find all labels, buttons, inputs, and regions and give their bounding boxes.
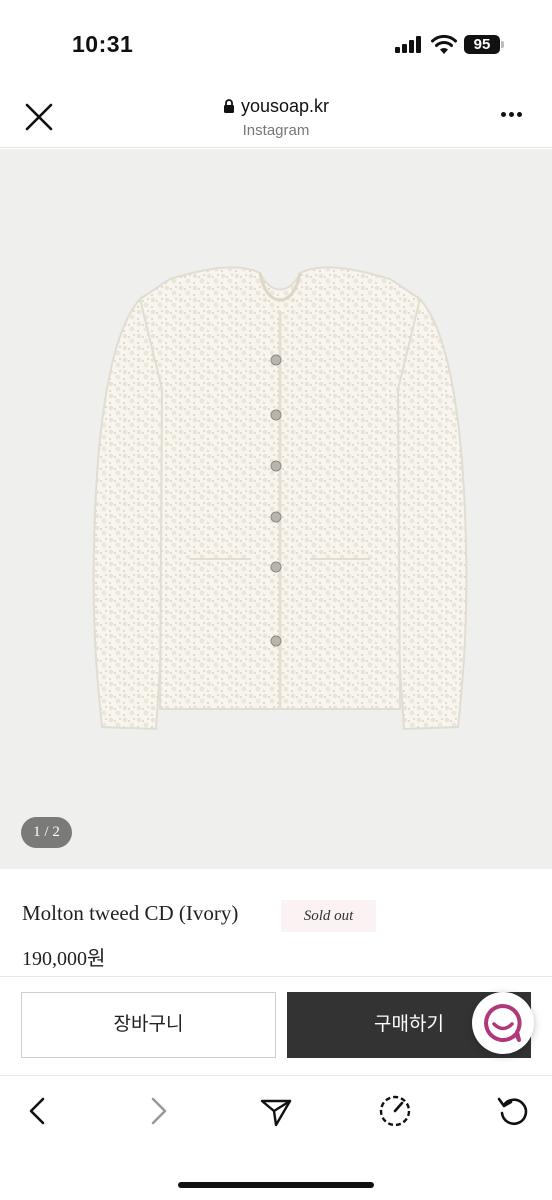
history-icon[interactable]	[377, 1093, 413, 1129]
wifi-icon	[431, 34, 457, 54]
reload-icon[interactable]	[495, 1093, 531, 1129]
share-icon[interactable]	[258, 1093, 294, 1129]
product-price: 190,000원	[22, 948, 106, 970]
lock-icon	[223, 99, 234, 113]
url-text: yousoap.kr	[240, 96, 330, 116]
status-time: 10:31	[72, 31, 134, 57]
back-icon[interactable]	[20, 1093, 56, 1129]
forward-icon[interactable]	[140, 1093, 176, 1129]
purchase-bar: 장바구니 구매하기	[0, 976, 552, 1076]
battery-nub	[501, 41, 504, 48]
chat-button[interactable]	[472, 992, 534, 1054]
url-bar[interactable]: yousoap.kr	[0, 96, 552, 117]
battery-icon: 95	[464, 35, 500, 54]
cardigan-image	[92, 266, 468, 731]
status-bar: 10:31 95	[0, 0, 552, 84]
home-indicator[interactable]	[178, 1182, 374, 1188]
image-pager: 1 / 2	[21, 817, 72, 848]
more-icon[interactable]	[498, 110, 526, 120]
product-image[interactable]: 1 / 2	[0, 149, 552, 869]
chat-icon	[484, 1004, 522, 1042]
browser-header: yousoap.kr Instagram	[0, 84, 552, 148]
sold-out-badge: Sold out	[281, 900, 376, 932]
add-to-cart-button[interactable]: 장바구니	[21, 992, 276, 1058]
product-title: Molton tweed CD (Ivory)	[22, 901, 239, 925]
signal-icon	[395, 36, 423, 53]
page-source: Instagram	[242, 122, 310, 139]
